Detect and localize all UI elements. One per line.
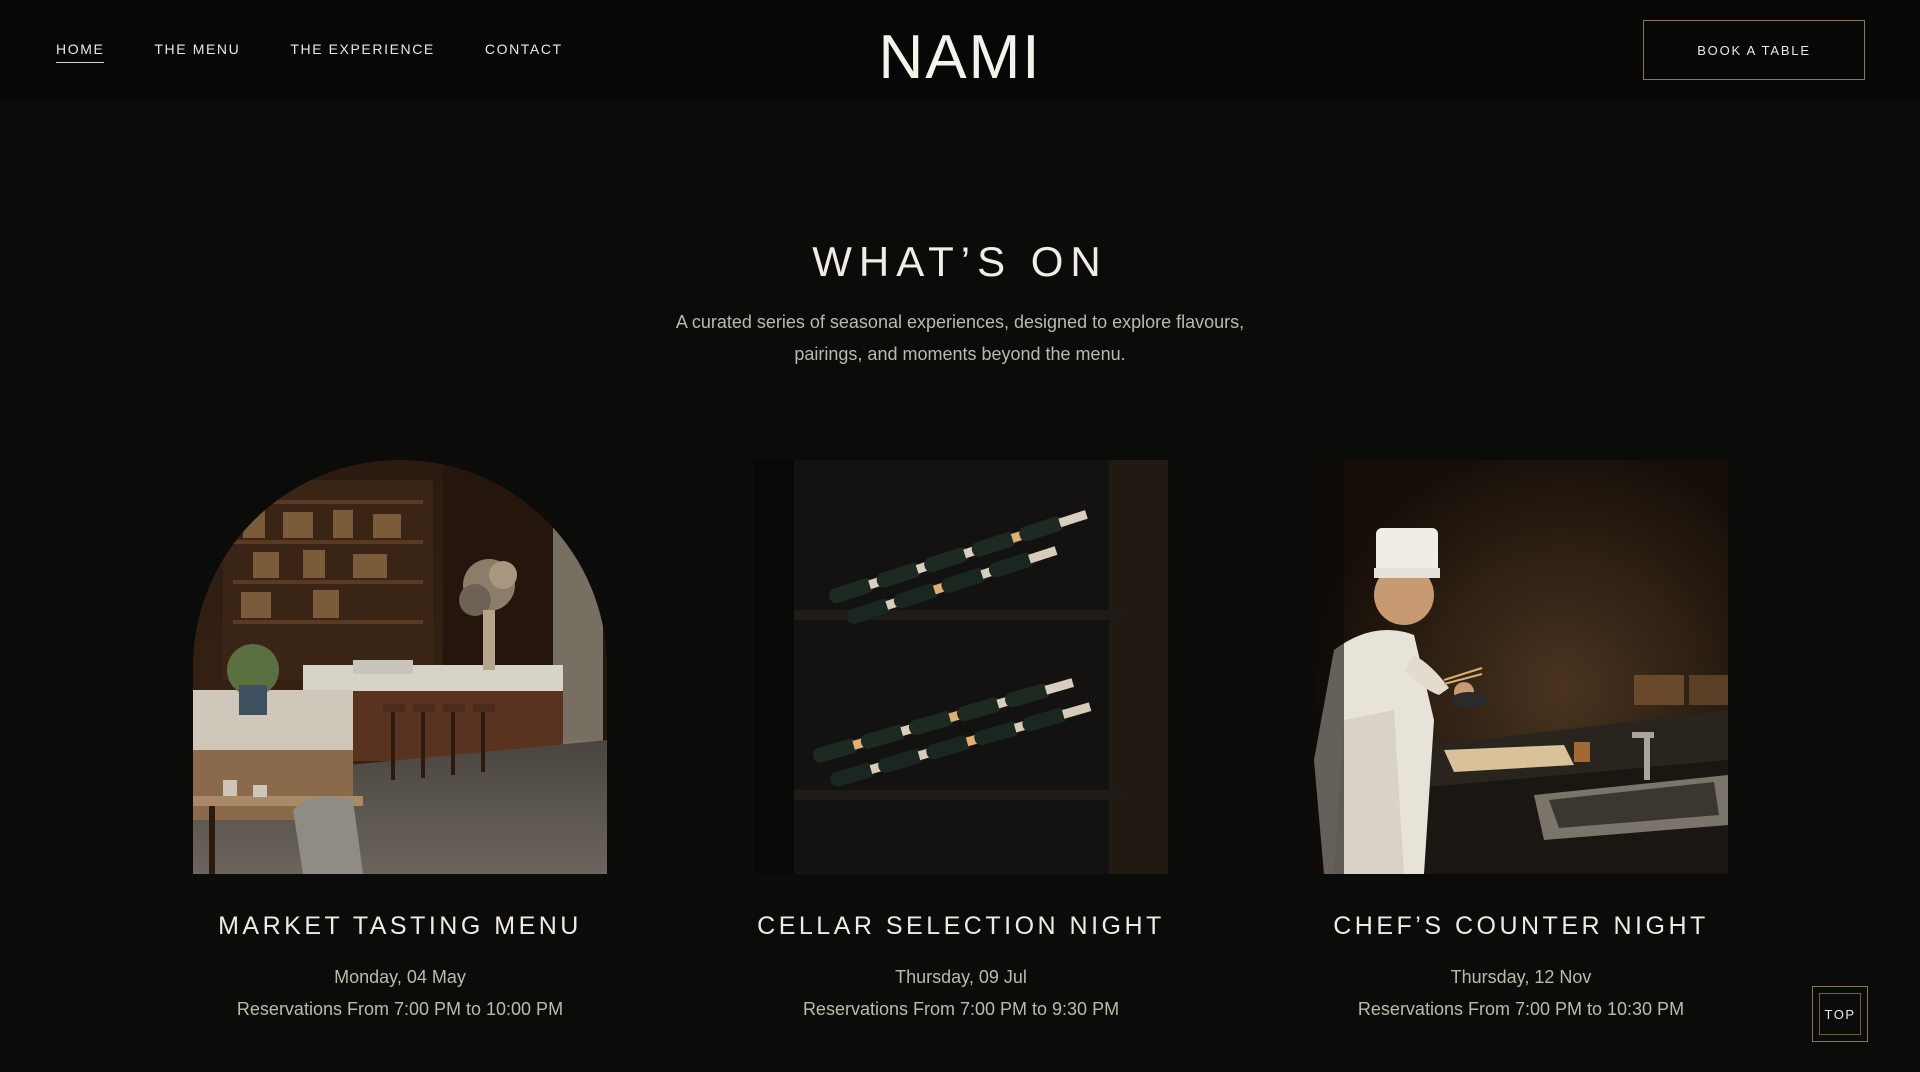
nav-home[interactable]: HOME <box>56 40 105 63</box>
nav-contact[interactable]: CONTACT <box>485 40 563 63</box>
site-header: HOME THE MENU THE EXPERIENCE CONTACT NAM… <box>0 0 1920 100</box>
chef-at-counter-illustration <box>1314 460 1728 874</box>
main-nav: HOME THE MENU THE EXPERIENCE CONTACT <box>56 40 563 63</box>
chef-counter-image[interactable] <box>1314 460 1728 874</box>
restaurant-interior-image[interactable] <box>193 460 607 874</box>
event-title[interactable]: MARKET TASTING MENU <box>193 912 607 941</box>
restaurant-interior-illustration <box>193 460 607 874</box>
event-time: Reservations From 7:00 PM to 10:00 PM <box>236 999 564 1019</box>
event-time: Reservations From 7:00 PM to 9:30 PM <box>802 999 1120 1019</box>
nav-the-experience[interactable]: THE EXPERIENCE <box>290 40 435 63</box>
section-description: A curated series of seasonal experiences… <box>0 306 1920 370</box>
nav-the-menu[interactable]: THE MENU <box>154 40 240 63</box>
event-card-market-tasting[interactable]: MARKET TASTING MENU Monday, 04 May Reser… <box>193 460 607 1025</box>
event-card-cellar-selection[interactable]: CELLAR SELECTION NIGHT Thursday, 09 Jul … <box>754 460 1168 1025</box>
event-card-chefs-counter[interactable]: CHEF’S COUNTER NIGHT Thursday, 12 Nov Re… <box>1314 460 1728 1025</box>
section-title: WHAT’S ON <box>812 238 1108 285</box>
section-description-line-1: A curated series of seasonal experiences… <box>675 312 1245 332</box>
wine-bottles-image[interactable] <box>754 460 1168 874</box>
section-description-line-2: pairings, and moments beyond the menu. <box>794 344 1126 364</box>
event-date: Thursday, 12 Nov <box>1450 967 1592 987</box>
wine-rack-illustration <box>754 460 1168 874</box>
event-title[interactable]: CELLAR SELECTION NIGHT <box>754 912 1168 941</box>
back-to-top-button[interactable]: TOP <box>1812 986 1868 1042</box>
event-title[interactable]: CHEF’S COUNTER NIGHT <box>1314 912 1728 941</box>
event-time: Reservations From 7:00 PM to 10:30 PM <box>1357 999 1685 1019</box>
brand-logo[interactable]: NAMI <box>879 22 1042 94</box>
book-a-table-button[interactable]: BOOK A TABLE <box>1643 20 1865 80</box>
event-date: Thursday, 09 Jul <box>895 967 1027 987</box>
event-date: Monday, 04 May <box>334 967 466 987</box>
back-to-top-label: TOP <box>1819 993 1861 1035</box>
